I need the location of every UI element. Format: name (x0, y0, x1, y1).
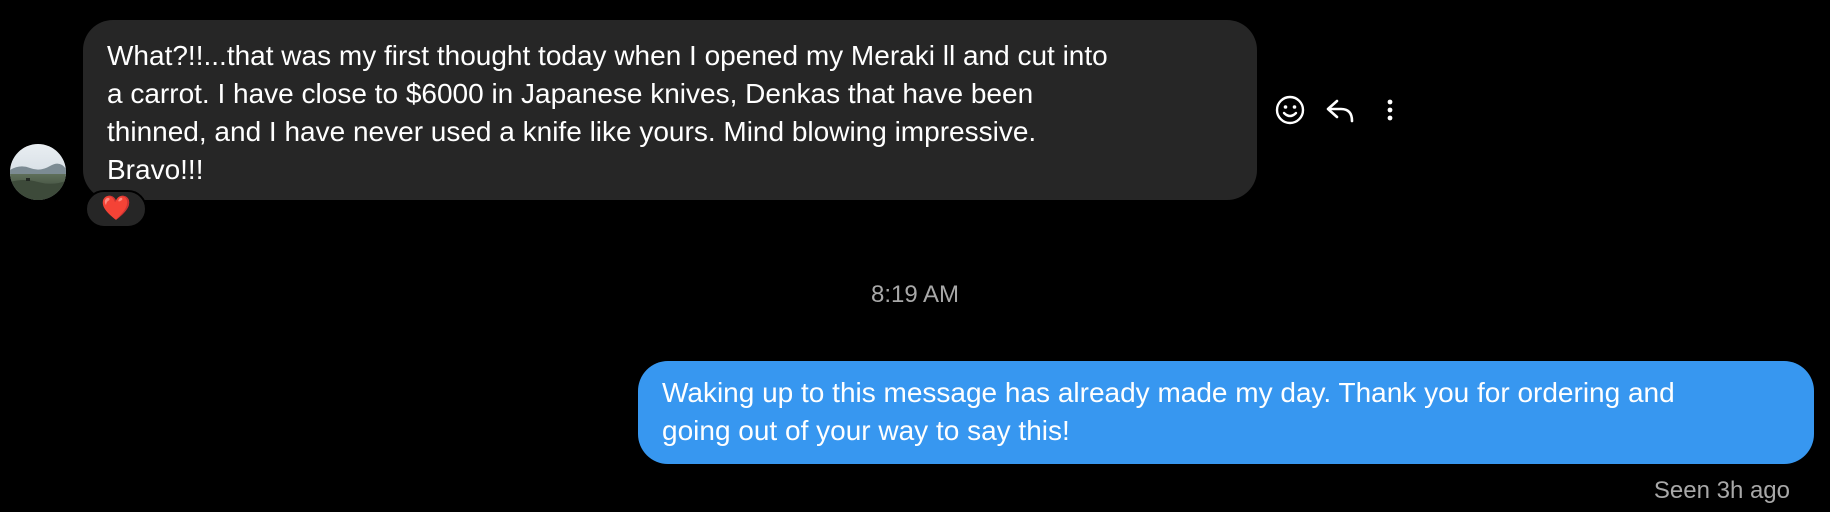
heart-reaction[interactable]: ❤️ (85, 190, 147, 228)
sender-avatar[interactable] (10, 144, 66, 200)
outgoing-message-text: Waking up to this message has already ma… (662, 377, 1675, 446)
message-actions (1272, 90, 1408, 130)
message-timestamp: 8:19 AM (870, 281, 960, 308)
reply-button[interactable] (1322, 92, 1358, 128)
outgoing-message-bubble[interactable]: Waking up to this message has already ma… (638, 361, 1814, 464)
heart-reaction-emoji: ❤️ (101, 195, 131, 222)
reply-arrow-icon (1326, 99, 1354, 123)
smiley-icon (1275, 95, 1305, 125)
react-button[interactable] (1272, 92, 1308, 128)
more-vertical-icon (1387, 99, 1393, 121)
incoming-message-text: What?!!...that was my first thought toda… (107, 40, 1108, 185)
avatar-photo (10, 144, 66, 200)
more-options-button[interactable] (1372, 92, 1408, 128)
seen-status: Seen 3h ago (1653, 477, 1790, 504)
incoming-message-bubble[interactable]: What?!!...that was my first thought toda… (83, 20, 1257, 200)
